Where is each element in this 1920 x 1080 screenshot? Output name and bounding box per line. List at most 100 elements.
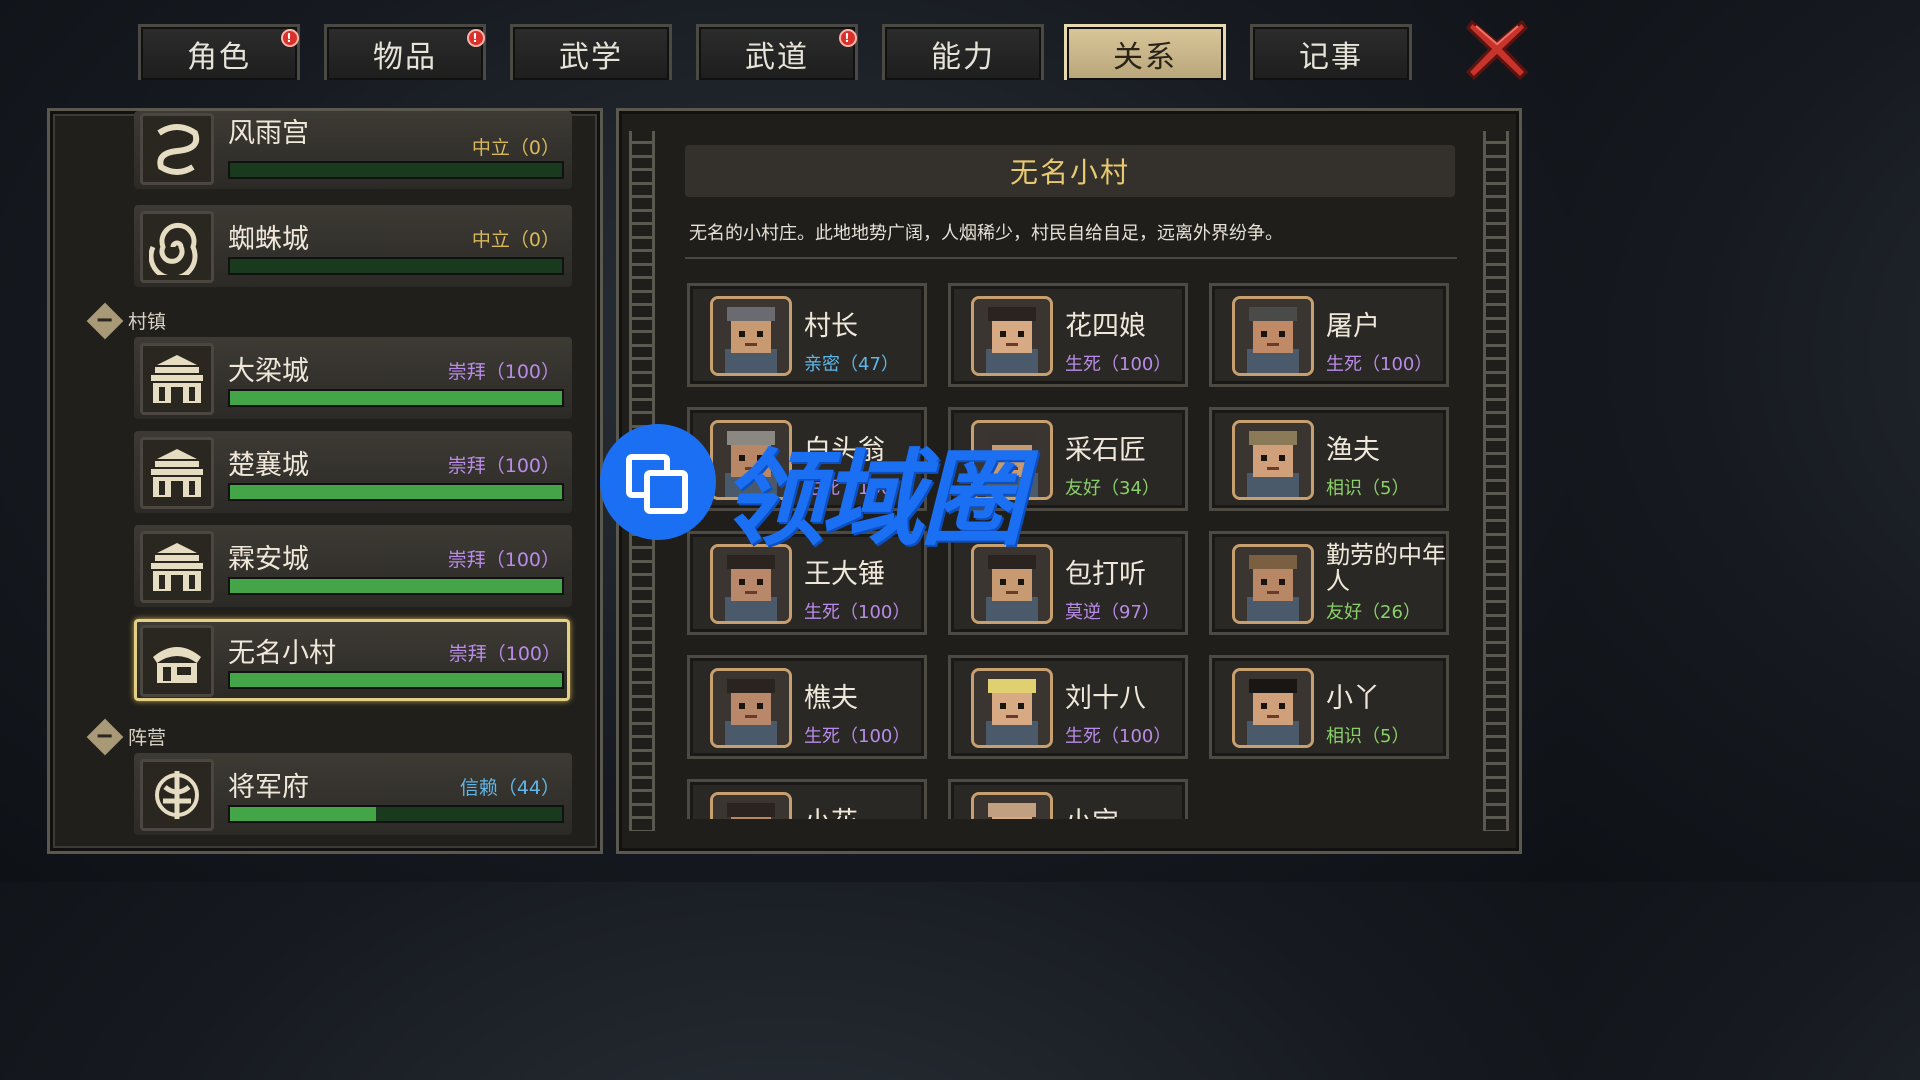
faction-row[interactable]: 将军府 信赖（44） — [134, 753, 572, 835]
tab-martial-way[interactable]: 武道! — [696, 24, 858, 80]
tab-items[interactable]: 物品! — [324, 24, 486, 80]
npc-relation: 生死（100） — [804, 726, 911, 747]
reputation-fill — [230, 579, 562, 593]
npc-relation: 友好（26） — [1326, 602, 1421, 623]
npc-relation: 相识（5） — [1326, 478, 1410, 499]
npc-list[interactable]: 村长 亲密（47） 花四娘 生死（100） 屠户 生死（100） 白头翁 生死（100） 采石匠… — [687, 283, 1457, 819]
tab-character[interactable]: 角色! — [138, 24, 300, 80]
npc-portrait — [971, 420, 1053, 500]
hut-icon — [140, 625, 214, 697]
faction-row[interactable]: 楚襄城 崇拜（100） — [134, 431, 572, 513]
npc-card[interactable]: 樵夫生死（100） — [687, 655, 927, 759]
tab-martial-arts[interactable]: 武学 — [510, 24, 672, 80]
relation-detail-panel: 无名小村 无名的小村庄。此地地势广阔，人烟稀少，村民自给自足，远离外界纷争。 村… — [616, 108, 1522, 854]
npc-card[interactable]: 花四娘生死（100） — [948, 283, 1188, 387]
npc-card[interactable]: 王大锤生死（100） — [687, 531, 927, 635]
npc-name: 村长 — [804, 311, 858, 342]
faction-status: 崇拜（100） — [447, 361, 560, 383]
npc-name: 樵夫 — [804, 683, 858, 714]
npc-card[interactable]: 采石匠 友好（34） — [948, 407, 1188, 511]
alert-badge: ! — [839, 29, 857, 47]
npc-relation: 生死（100） — [804, 478, 911, 499]
npc-card[interactable]: 白头翁生死（100） — [687, 407, 927, 511]
palace-icon — [140, 531, 214, 603]
tab-relations[interactable]: 关系 — [1064, 24, 1226, 80]
section-header-camps[interactable]: 阵营 — [86, 718, 167, 755]
reputation-bar — [228, 577, 564, 595]
collapse-icon — [86, 718, 124, 755]
faction-list[interactable]: 风雨宫 中立（0） 蜘蛛城 中立（0） 村镇 大梁城 崇拜（100） 楚襄城 崇… — [50, 111, 600, 851]
npc-portrait — [971, 296, 1053, 376]
border-ornament — [1483, 131, 1509, 831]
collapse-icon — [86, 302, 124, 339]
npc-portrait — [1232, 420, 1314, 500]
npc-portrait — [971, 544, 1053, 624]
tab-journal[interactable]: 记事 — [1250, 24, 1412, 80]
npc-name: 花四娘 — [1065, 311, 1146, 342]
npc-relation: 相识（5） — [1326, 726, 1410, 747]
reputation-bar — [228, 671, 564, 689]
tab-abilities[interactable]: 能力 — [882, 24, 1044, 80]
faction-name: 大梁城 — [228, 356, 309, 387]
npc-relation: 友好（34） — [1065, 478, 1160, 499]
palace-icon — [140, 343, 214, 415]
close-button[interactable] — [1465, 18, 1529, 81]
npc-name: 刘十八 — [1065, 683, 1146, 714]
npc-relation: 生死（100） — [1065, 354, 1172, 375]
close-icon — [1465, 19, 1529, 81]
npc-name: 勤劳的中年人 — [1326, 541, 1446, 595]
reputation-fill — [230, 807, 377, 821]
tab-label: 物品 — [373, 39, 437, 75]
faction-row[interactable]: 蜘蛛城 中立（0） — [134, 205, 572, 287]
tab-bar: 角色! 物品! 武学 武道! 能力 关系 记事 — [138, 24, 1418, 82]
tab-label: 记事 — [1299, 39, 1363, 75]
faction-name: 将军府 — [228, 772, 309, 803]
section-header-villages[interactable]: 村镇 — [86, 302, 166, 339]
npc-card[interactable]: 小宝 — [948, 779, 1188, 819]
tab-label: 能力 — [931, 39, 995, 75]
npc-portrait — [710, 668, 792, 748]
reputation-bar — [228, 483, 564, 501]
faction-name: 楚襄城 — [228, 450, 309, 481]
faction-name: 蜘蛛城 — [228, 224, 309, 255]
npc-portrait — [710, 544, 792, 624]
location-description: 无名的小村庄。此地地势广阔，人烟稀少，村民自给自足，远离外界纷争。 — [689, 223, 1283, 244]
faction-row[interactable]: 风雨宫 中立（0） — [134, 111, 572, 189]
faction-status: 中立（0） — [471, 137, 560, 159]
npc-name: 白头翁 — [804, 435, 885, 466]
npc-portrait — [1232, 544, 1314, 624]
npc-card[interactable]: 包打听莫逆（97） — [948, 531, 1188, 635]
alert-badge: ! — [281, 29, 299, 47]
snake-emblem-icon — [140, 113, 214, 185]
reputation-bar — [228, 161, 564, 179]
npc-card[interactable]: 小花 — [687, 779, 927, 819]
faction-status: 中立（0） — [471, 229, 560, 251]
faction-row[interactable]: 霖安城 崇拜（100） — [134, 525, 572, 607]
npc-name: 屠户 — [1326, 311, 1380, 342]
npc-relation: 生死（100） — [804, 602, 911, 623]
faction-status: 崇拜（100） — [448, 643, 561, 665]
tab-label: 关系 — [1113, 39, 1177, 75]
npc-card[interactable]: 渔夫 相识（5） — [1209, 407, 1449, 511]
npc-portrait — [710, 420, 792, 500]
faction-row-selected[interactable]: 无名小村 崇拜（100） — [134, 619, 570, 701]
npc-card[interactable]: 勤劳的中年人友好（26） — [1209, 531, 1449, 635]
npc-card[interactable]: 屠户生死（100） — [1209, 283, 1449, 387]
palace-icon — [140, 437, 214, 509]
npc-relation: 生死（100） — [1065, 726, 1172, 747]
tab-label: 武学 — [559, 39, 623, 75]
faction-row[interactable]: 大梁城 崇拜（100） — [134, 337, 572, 419]
npc-name: 王大锤 — [804, 559, 885, 590]
section-label: 阵营 — [128, 727, 167, 749]
npc-card[interactable]: 村长 亲密（47） — [687, 283, 927, 387]
npc-portrait — [1232, 296, 1314, 376]
npc-card[interactable]: 刘十八生死（100） — [948, 655, 1188, 759]
npc-name: 包打听 — [1065, 559, 1146, 590]
reputation-bar — [228, 389, 564, 407]
npc-relation: 生死（100） — [1326, 354, 1433, 375]
npc-relation: 莫逆（97） — [1065, 602, 1160, 623]
faction-name: 风雨宫 — [228, 118, 309, 149]
reputation-bar — [228, 805, 564, 823]
faction-status: 崇拜（100） — [447, 455, 560, 477]
npc-card[interactable]: 小丫 相识（5） — [1209, 655, 1449, 759]
